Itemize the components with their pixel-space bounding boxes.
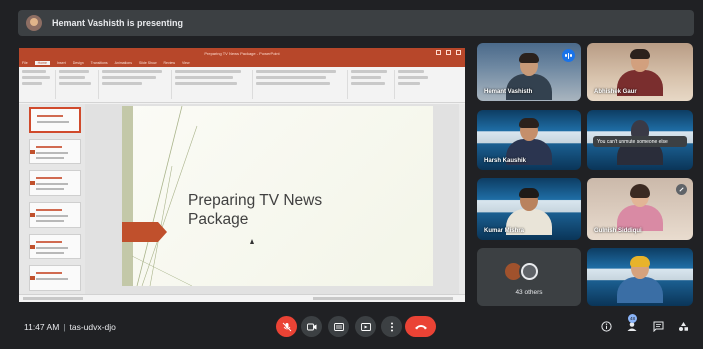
unmute-warning-toast: You can't unmute someone else: [593, 136, 687, 147]
camera-toggle-button[interactable]: [301, 316, 322, 337]
shared-screen[interactable]: Preparing TV News Package - PowerPoint F…: [19, 48, 465, 302]
slide-arrow-accent: [122, 222, 167, 242]
meeting-info: 11:47 AM | tas-udvx-djo: [24, 322, 116, 332]
mic-toggle-button[interactable]: [276, 316, 297, 337]
ppt-tab: View: [181, 61, 190, 65]
mic-off-icon: [282, 322, 291, 331]
more-options-button[interactable]: [381, 316, 402, 337]
participant-video: [617, 184, 663, 231]
slide-thumbnail: [29, 107, 81, 133]
participant-name: Hemant Vashisth: [484, 89, 533, 95]
ppt-tab: Transitions: [90, 61, 108, 65]
ppt-tab: Animations: [114, 61, 132, 65]
participant-tile[interactable]: Hemant Vashisth: [477, 43, 581, 101]
slide-thumbnail: [29, 233, 81, 260]
speaking-indicator-icon: [562, 49, 575, 62]
ppt-titlebar: Preparing TV News Package - PowerPoint: [19, 48, 465, 59]
participant-tile[interactable]: [587, 248, 693, 306]
participant-name: Gulnish Siddiqui: [594, 228, 642, 234]
meeting-time: 11:47 AM: [24, 322, 60, 332]
ppt-ribbon-tabs: File Home Insert Design Transitions Anim…: [19, 59, 465, 67]
slide-thumbnail: [29, 138, 81, 165]
leave-call-button[interactable]: [405, 316, 436, 337]
ppt-window-controls: [436, 50, 461, 55]
presenting-label: Hemant Vashisth is presenting: [52, 18, 184, 28]
captions-button[interactable]: [328, 316, 349, 337]
meeting-code: tas-udvx-djo: [69, 322, 116, 332]
chat-icon: [653, 321, 663, 332]
info-icon: [600, 320, 612, 332]
others-count: 43 others: [515, 289, 543, 296]
ppt-ribbon: [19, 67, 465, 103]
presenting-banner: Hemant Vashisth is presenting: [18, 10, 694, 36]
mouse-cursor-icon: [250, 239, 254, 244]
ppt-tab: Design: [72, 61, 84, 65]
participant-name: Harsh Kaushik: [484, 158, 527, 164]
meet-window: Hemant Vashisth is presenting Preparing …: [0, 0, 703, 349]
participant-tile[interactable]: Abhishek Gaur: [587, 43, 693, 101]
participant-tile[interactable]: You can't unmute someone else: [587, 110, 693, 170]
chat-button[interactable]: [650, 318, 666, 334]
participant-name: Kumar Mishra: [484, 228, 525, 234]
slide-title: Preparing TV News Package: [188, 191, 322, 229]
participant-video: [617, 256, 663, 303]
participant-tile[interactable]: Gulnish Siddiqui: [587, 178, 693, 240]
more-icon: [390, 322, 393, 331]
ppt-tab: Insert: [56, 61, 66, 65]
slide-canvas: Preparing TV News Package: [85, 104, 465, 294]
current-slide: Preparing TV News Package: [122, 106, 433, 286]
slide-title-line1: Preparing TV News: [188, 192, 323, 209]
presenter-avatar: [26, 15, 42, 31]
participant-tile[interactable]: Harsh Kaushik: [477, 110, 581, 170]
ppt-window-title: Preparing TV News Package - PowerPoint: [204, 51, 280, 56]
ppt-tab: Home: [34, 61, 50, 65]
participant-tile[interactable]: Kumar Mishra: [477, 178, 581, 240]
leave-call-icon: [414, 325, 427, 330]
mic-muted-icon: [676, 184, 687, 195]
participants-count-badge: 48: [628, 314, 637, 323]
slide-thumbnails: [19, 104, 85, 294]
participant-name: Abhishek Gaur: [594, 89, 637, 95]
present-icon: [360, 322, 371, 331]
ppt-tab: File: [22, 61, 28, 65]
ppt-tab: Review: [163, 61, 175, 65]
ppt-workspace: Preparing TV News Package: [19, 104, 465, 294]
shapes-icon: [678, 321, 688, 331]
avatar: [519, 261, 540, 282]
captions-icon: [333, 322, 344, 331]
slide-thumbnail: [29, 170, 81, 197]
activities-button[interactable]: [675, 318, 691, 334]
others-tile[interactable]: 43 others: [477, 248, 581, 306]
present-now-button[interactable]: [355, 316, 376, 337]
separator: |: [63, 322, 66, 332]
ppt-tab: Slide Show: [138, 61, 157, 65]
ppt-status-bar: [19, 294, 465, 302]
others-avatars: [503, 261, 540, 282]
meeting-details-button[interactable]: [598, 318, 614, 334]
camera-icon: [306, 323, 316, 330]
slide-title-line2: Package: [188, 211, 249, 228]
slide-thumbnail: [29, 265, 81, 292]
slide-scrollbar: [459, 104, 465, 294]
slide-thumbnail: [29, 202, 81, 228]
